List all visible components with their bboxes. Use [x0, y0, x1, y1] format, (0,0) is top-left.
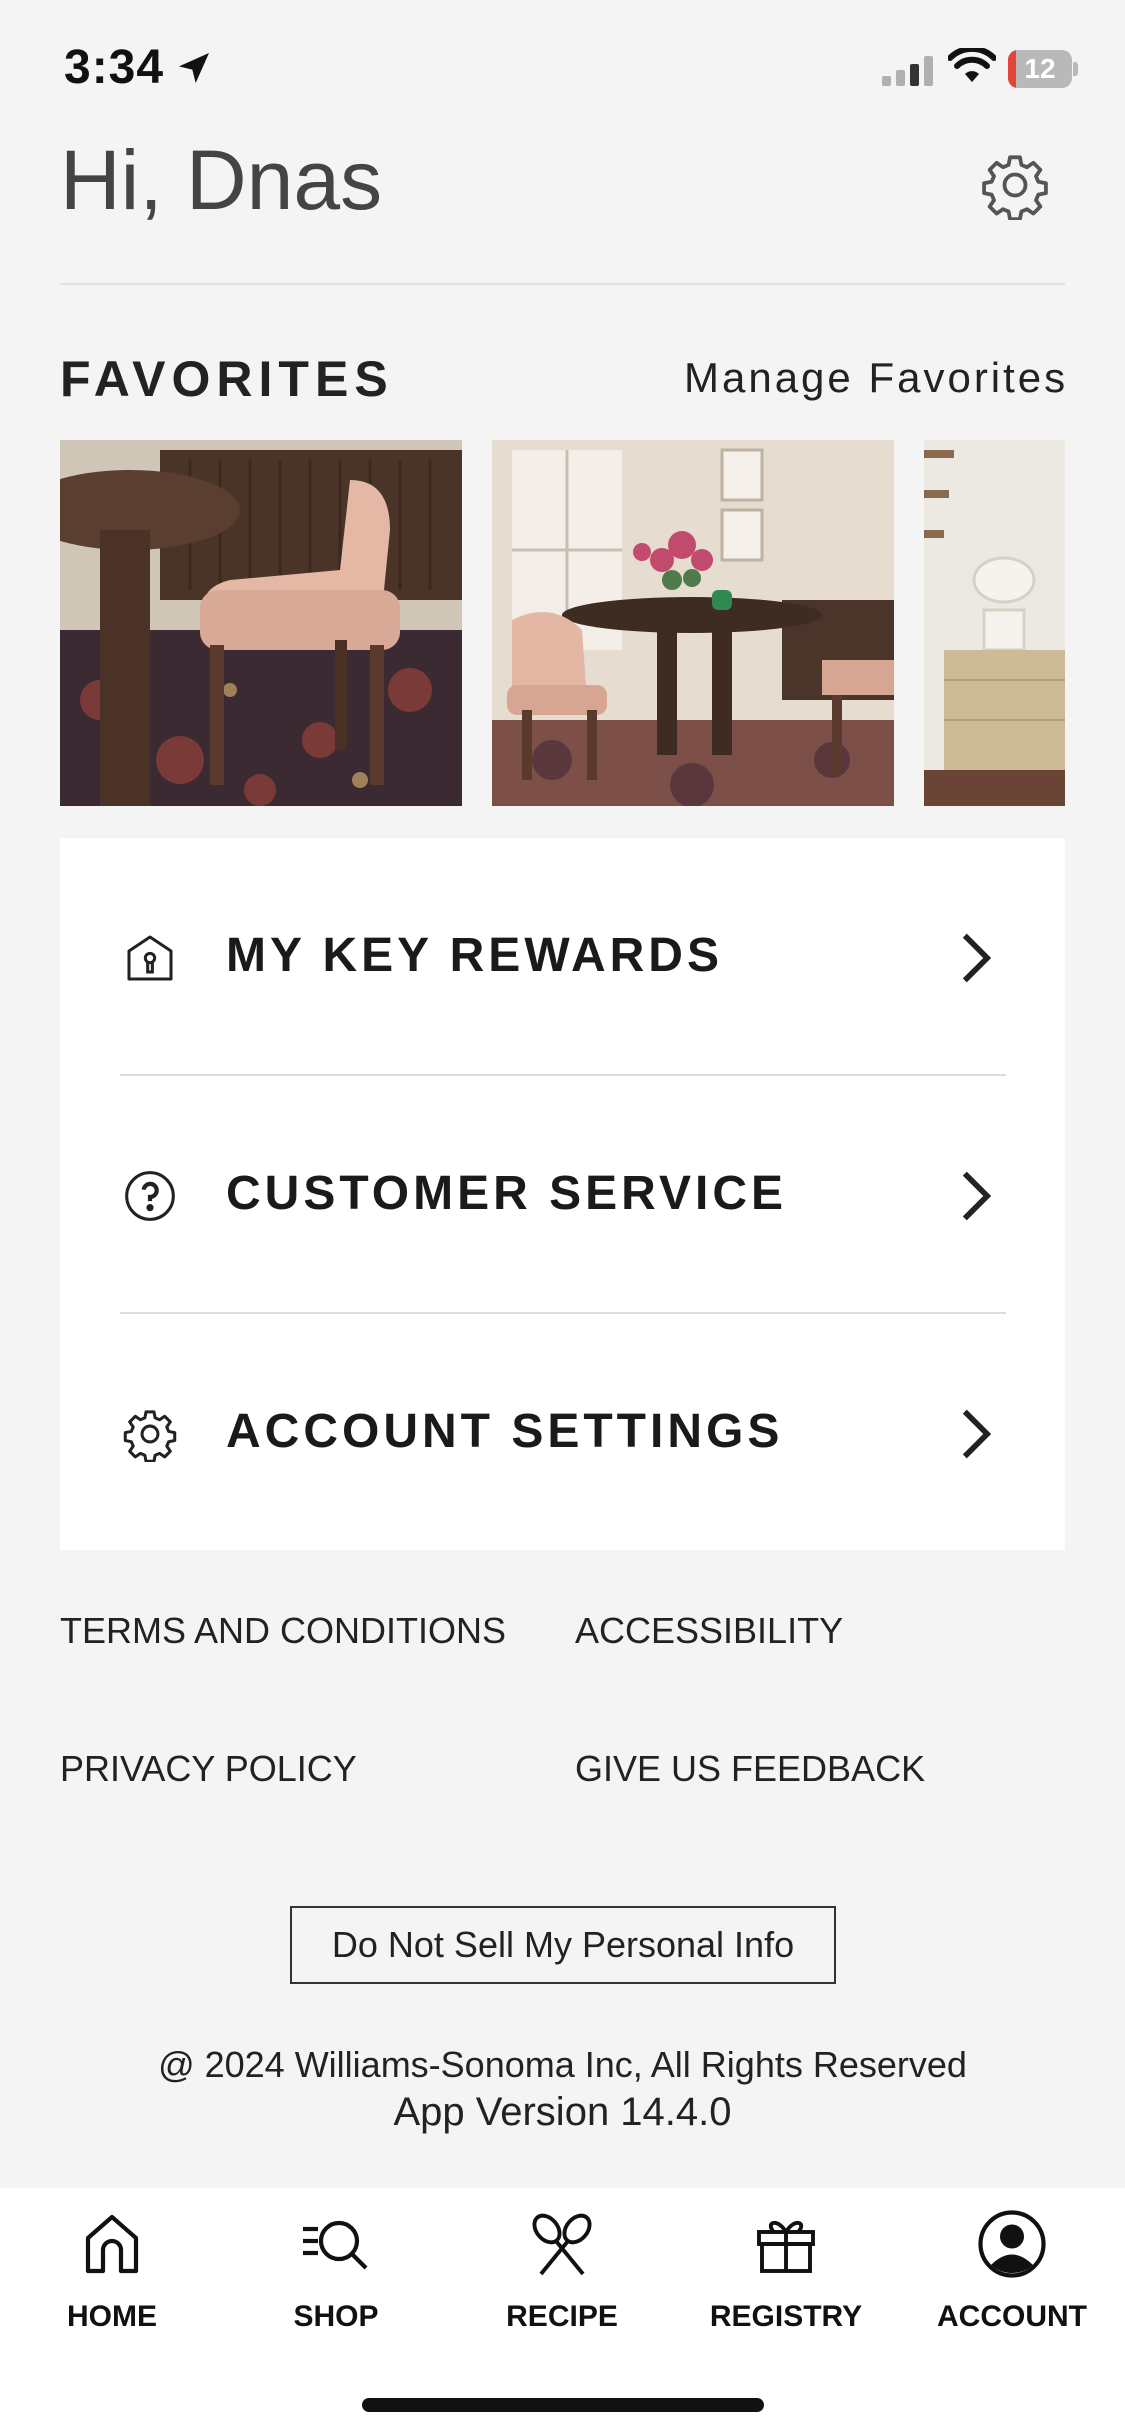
accessibility-link[interactable]: ACCESSIBILITY	[575, 1610, 843, 1652]
nav-label-registry: REGISTRY	[709, 2300, 863, 2333]
nav-label-home: HOME	[67, 2300, 157, 2333]
nav-account[interactable]: ACCOUNT	[912, 2208, 1112, 2358]
menu-item-account-settings[interactable]: ACCOUNT SETTINGS	[60, 1314, 1065, 1551]
nav-registry[interactable]: REGISTRY	[686, 2208, 886, 2358]
favorite-image-dining-chair[interactable]	[60, 440, 462, 806]
menu-item-key-rewards[interactable]: MY KEY REWARDS	[60, 838, 1065, 1075]
nav-label-recipe: RECIPE	[506, 2300, 618, 2333]
privacy-policy-link[interactable]: PRIVACY POLICY	[60, 1748, 357, 1790]
chevron-right-icon	[962, 933, 992, 983]
battery-icon: 12	[1008, 50, 1078, 88]
menu-item-customer-service[interactable]: CUSTOMER SERVICE	[60, 1076, 1065, 1313]
do-not-sell-button[interactable]: Do Not Sell My Personal Info	[290, 1906, 836, 1984]
status-time: 3:34	[64, 41, 165, 94]
manage-favorites-link[interactable]: Manage Favorites	[684, 354, 1068, 402]
nav-label-account: ACCOUNT	[937, 2300, 1087, 2333]
menu-label-customer-service: CUSTOMER SERVICE	[226, 1167, 787, 1220]
account-menu-card: MY KEY REWARDS CUSTOMER SERVICE ACCOUNT …	[60, 838, 1065, 1550]
status-bar: 3:34 12	[0, 0, 1125, 135]
terms-link[interactable]: TERMS AND CONDITIONS	[60, 1610, 506, 1652]
greeting-title: Hi, Dnas	[60, 133, 383, 227]
account-icon	[978, 2210, 1046, 2278]
cellular-signal-icon	[882, 56, 933, 86]
search-icon	[303, 2220, 368, 2270]
wifi-icon	[948, 48, 996, 82]
menu-label-account-settings: ACCOUNT SETTINGS	[226, 1405, 784, 1458]
nav-recipe[interactable]: RECIPE	[462, 2208, 662, 2358]
favorite-image-entryway[interactable]	[924, 440, 1065, 806]
favorites-carousel[interactable]	[60, 440, 1065, 806]
question-icon	[125, 1171, 175, 1221]
nav-shop[interactable]: SHOP	[236, 2208, 436, 2358]
nav-home[interactable]: HOME	[12, 2208, 212, 2358]
gift-icon	[757, 2221, 815, 2273]
whisk-icon	[532, 2213, 592, 2276]
location-arrow-icon	[179, 53, 209, 83]
battery-percent: 12	[1024, 53, 1056, 84]
key-rewards-icon	[127, 935, 173, 981]
favorite-image-dining-room[interactable]	[492, 440, 894, 806]
home-icon	[85, 2214, 139, 2274]
chevron-right-icon	[962, 1409, 992, 1459]
gear-icon	[123, 1410, 177, 1462]
settings-gear-icon[interactable]	[980, 150, 1050, 220]
home-indicator	[362, 2398, 764, 2412]
app-version-text: App Version 14.4.0	[393, 2090, 732, 2134]
favorites-title: FAVORITES	[60, 351, 394, 407]
copyright-text: @ 2024 Williams-Sonoma Inc, All Rights R…	[158, 2044, 967, 2085]
header-divider	[60, 283, 1065, 285]
chevron-right-icon	[962, 1171, 992, 1221]
nav-label-shop: SHOP	[293, 2300, 379, 2333]
feedback-link[interactable]: GIVE US FEEDBACK	[575, 1748, 925, 1790]
menu-label-key-rewards: MY KEY REWARDS	[226, 929, 723, 982]
